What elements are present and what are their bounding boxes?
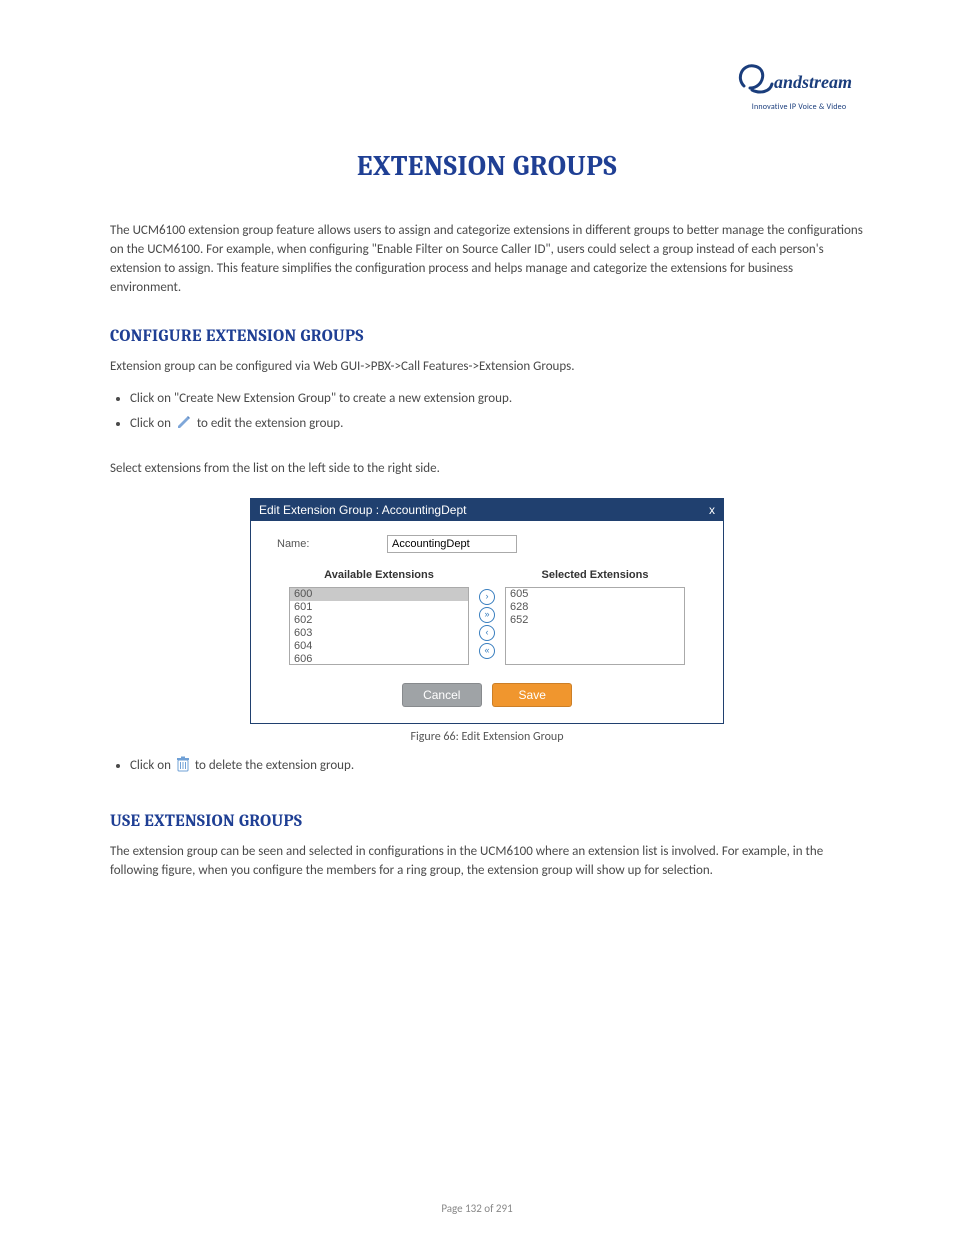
list-item[interactable]: 600	[290, 588, 468, 601]
brand-logo: andstream Innovative IP Voice & Video	[734, 60, 864, 112]
configure-lead: Extension group can be configured via We…	[110, 358, 864, 377]
move-right-all-button[interactable]: »	[479, 607, 495, 623]
move-right-one-button[interactable]: ›	[479, 589, 495, 605]
page-number: Page 132 of 291	[0, 1202, 954, 1215]
list-item[interactable]: 606	[290, 653, 468, 665]
cancel-button[interactable]: Cancel	[402, 683, 482, 707]
edit-extension-group-dialog: Edit Extension Group : AccountingDept x …	[250, 498, 724, 724]
move-left-all-button[interactable]: «	[479, 643, 495, 659]
section-heading-configure: CONFIGURE EXTENSION GROUPS	[110, 327, 864, 346]
list-item[interactable]: 603	[290, 627, 468, 640]
name-label: Name:	[277, 538, 387, 550]
section-heading-use: USE EXTENSION GROUPS	[110, 812, 864, 831]
list-item[interactable]: 652	[506, 614, 684, 627]
list-item: Click on to delete the extension group. …	[130, 754, 864, 782]
brand-tagline: Innovative IP Voice & Video	[734, 102, 864, 112]
list-item[interactable]: 605	[506, 588, 684, 601]
dialog-title: Edit Extension Group : AccountingDept	[259, 503, 466, 517]
use-paragraph: The extension group can be seen and sele…	[110, 843, 864, 881]
trash-icon	[176, 756, 190, 782]
page-title: EXTENSION GROUPS	[110, 150, 864, 182]
save-button[interactable]: Save	[492, 683, 572, 707]
delete-bullet-list: Click on to delete the extension group. …	[130, 754, 864, 782]
group-name-input[interactable]	[387, 535, 517, 553]
edit-extension-group-figure: Edit Extension Group : AccountingDept x …	[250, 498, 724, 744]
list-item[interactable]: 601	[290, 601, 468, 614]
configure-bullets: Click on "Create New Extension Group" to…	[130, 387, 864, 439]
available-extensions-list[interactable]: 600 601 602 603 604 606	[289, 587, 469, 665]
pencil-icon	[176, 414, 192, 440]
list-item[interactable]: 602	[290, 614, 468, 627]
list-item: Click on to edit the extension group. Cl…	[130, 412, 864, 440]
list-item[interactable]: 628	[506, 601, 684, 614]
selected-extensions-heading: Selected Extensions	[505, 569, 685, 581]
figure-caption: Figure 66: Edit Extension Group	[250, 730, 724, 744]
list-item[interactable]: 604	[290, 640, 468, 653]
svg-text:andstream: andstream	[774, 72, 852, 92]
intro-paragraph: The UCM6100 extension group feature allo…	[110, 222, 864, 297]
available-extensions-heading: Available Extensions	[289, 569, 469, 581]
configure-after-bullets: Select extensions from the list on the l…	[110, 460, 864, 479]
dialog-close-button[interactable]: x	[709, 504, 715, 516]
selected-extensions-list[interactable]: 605 628 652	[505, 587, 685, 665]
list-item: Click on "Create New Extension Group" to…	[130, 387, 864, 412]
move-left-one-button[interactable]: ‹	[479, 625, 495, 641]
